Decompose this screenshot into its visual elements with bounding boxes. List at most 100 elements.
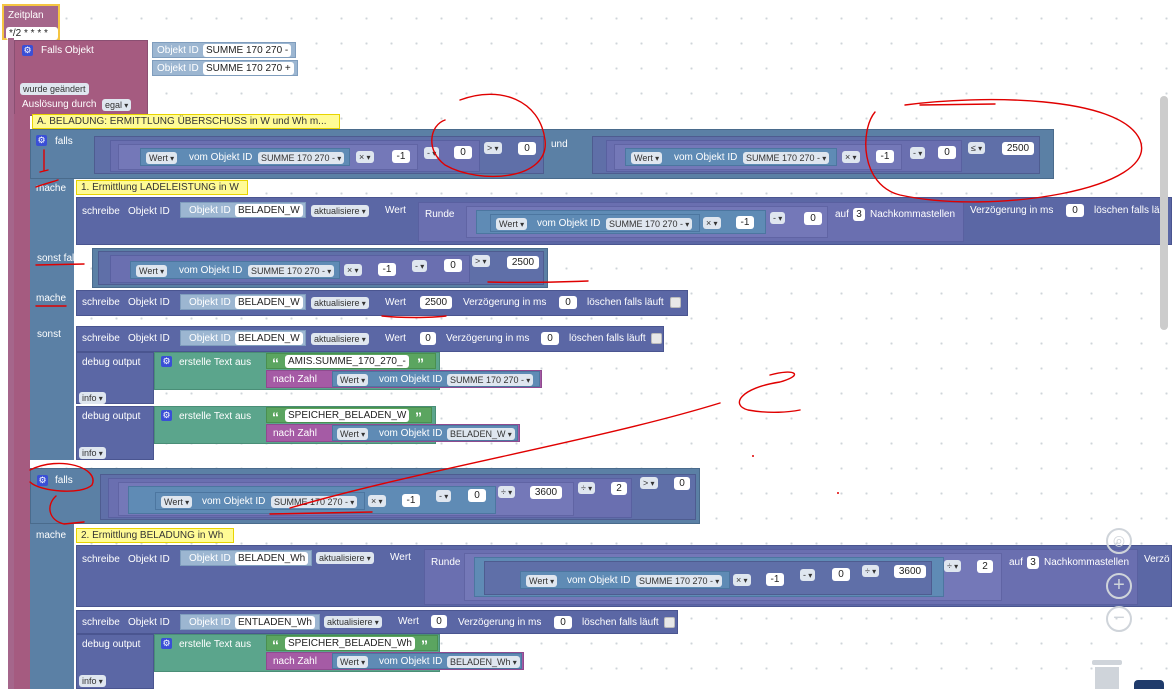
wert-expr-4[interactable]: Wert vom Objekt ID SUMME 170 270 - bbox=[130, 261, 340, 279]
zoom-in-icon[interactable]: + bbox=[1106, 573, 1132, 599]
num-0[interactable]: 0 bbox=[444, 259, 462, 272]
info-dd[interactable]: info bbox=[79, 675, 106, 687]
debug-output-speicher-w[interactable]: debug output info bbox=[76, 406, 154, 460]
obj-dd[interactable]: SUMME 170 270 - bbox=[743, 152, 830, 164]
num-0[interactable]: 0 bbox=[938, 146, 956, 159]
num-2500[interactable]: 2500 bbox=[507, 256, 539, 269]
gear-icon[interactable]: ⚙ bbox=[22, 45, 33, 56]
num-0[interactable]: 0 bbox=[420, 332, 436, 345]
num-0[interactable]: 0 bbox=[468, 489, 486, 502]
debug-output-speicher-wh[interactable]: debug output info bbox=[76, 634, 154, 689]
obj-value[interactable]: ENTLADEN_Wh bbox=[235, 616, 315, 629]
op-mult[interactable]: × bbox=[842, 151, 860, 163]
op-gt[interactable]: > bbox=[472, 255, 490, 267]
op-gt[interactable]: > bbox=[640, 477, 658, 489]
checkbox[interactable] bbox=[670, 297, 681, 308]
gear-icon[interactable]: ⚙ bbox=[161, 356, 172, 367]
trigger-obj2[interactable]: Objekt ID SUMME 170 270 + bbox=[152, 60, 298, 76]
string-speicher-w[interactable]: “ SPEICHER_BELADEN_W ” bbox=[266, 407, 432, 424]
aktualisiere-dd[interactable]: aktualisiere bbox=[311, 333, 369, 345]
info-dd[interactable]: info bbox=[79, 392, 106, 404]
num-0[interactable]: 0 bbox=[832, 568, 850, 581]
num-0[interactable]: 0 bbox=[541, 332, 559, 345]
obj-beladen-w[interactable]: Objekt ID BELADEN_W bbox=[180, 330, 306, 346]
string-value[interactable]: AMIS.SUMME_170_270_- bbox=[285, 355, 409, 368]
op-mult[interactable]: × bbox=[733, 574, 751, 586]
op-minus[interactable]: - bbox=[424, 147, 440, 159]
wert-expr-8[interactable]: Wert vom Objekt ID SUMME 170 270 - bbox=[520, 571, 730, 589]
obj-entladen-wh[interactable]: Objekt ID ENTLADEN_Wh bbox=[180, 614, 320, 630]
string-value[interactable]: SPEICHER_BELADEN_W bbox=[285, 409, 410, 422]
trigger-obj1-value[interactable]: SUMME 170 270 - bbox=[203, 44, 292, 57]
debug-output-amis[interactable]: debug output info bbox=[76, 352, 154, 404]
op-minus[interactable]: - bbox=[910, 147, 926, 159]
num-0[interactable]: 0 bbox=[454, 146, 472, 159]
obj-dd[interactable]: SUMME 170 270 - bbox=[636, 575, 723, 587]
schedule-block[interactable]: Zeitplan */2 * * * * bbox=[2, 4, 60, 40]
write-beladen-w-0[interactable]: schreibe Objekt ID Verzögerung in ms 0 l… bbox=[76, 326, 664, 352]
op-mult[interactable]: × bbox=[703, 217, 721, 229]
obj-beladen-w[interactable]: Objekt ID BELADEN_W bbox=[180, 202, 306, 218]
obj-value[interactable]: BELADEN_W bbox=[235, 332, 303, 345]
obj-value[interactable]: BELADEN_W bbox=[235, 296, 303, 309]
string-amis[interactable]: “ AMIS.SUMME_170_270_- ” bbox=[266, 353, 436, 370]
op-minus[interactable]: - bbox=[436, 490, 452, 502]
gear-icon[interactable]: ⚙ bbox=[161, 638, 172, 649]
obj-dd[interactable]: BELADEN_Wh bbox=[447, 656, 520, 668]
wert-expr-5[interactable]: Wert vom Objekt ID SUMME 170 270 - bbox=[332, 371, 540, 387]
op-div[interactable]: ÷ bbox=[862, 565, 880, 577]
wert-expr-7[interactable]: Wert vom Objekt ID SUMME 170 270 - bbox=[155, 492, 365, 510]
num-0[interactable]: 0 bbox=[1066, 204, 1084, 217]
num-0[interactable]: 0 bbox=[804, 212, 822, 225]
aktualisiere-dd[interactable]: aktualisiere bbox=[311, 205, 369, 217]
num-3[interactable]: 3 bbox=[853, 208, 865, 221]
num-2[interactable]: 2 bbox=[977, 560, 993, 573]
trash-icon[interactable] bbox=[1090, 660, 1124, 689]
checkbox[interactable] bbox=[651, 333, 662, 344]
num-0[interactable]: 0 bbox=[518, 142, 536, 155]
wert-dd[interactable]: Wert bbox=[337, 374, 369, 386]
aktualisiere-dd[interactable]: aktualisiere bbox=[316, 552, 374, 564]
vertical-scrollbar[interactable] bbox=[1160, 96, 1168, 330]
string-speicher-wh[interactable]: “ SPEICHER_BELADEN_Wh ” bbox=[266, 635, 438, 652]
num-0[interactable]: 0 bbox=[431, 615, 447, 628]
obj-dd[interactable]: SUMME 170 270 - bbox=[258, 152, 345, 164]
wert-expr-1[interactable]: Wert vom Objekt ID SUMME 170 270 - bbox=[140, 148, 350, 166]
obj-dd[interactable]: SUMME 170 270 - bbox=[271, 496, 358, 508]
op-div[interactable]: ÷ bbox=[498, 486, 516, 498]
obj-value[interactable]: BELADEN_W bbox=[235, 204, 303, 217]
checkbox[interactable] bbox=[664, 617, 675, 628]
trigger-obj2-value[interactable]: SUMME 170 270 + bbox=[203, 62, 294, 75]
obj-dd[interactable]: SUMME 170 270 - bbox=[447, 374, 534, 386]
op-div[interactable]: ÷ bbox=[578, 482, 596, 494]
obj-dd[interactable]: SUMME 170 270 - bbox=[248, 265, 335, 277]
op-mult[interactable]: × bbox=[356, 151, 374, 163]
comment-1[interactable]: 1. Ermittlung LADELEISTUNG in W bbox=[76, 180, 248, 195]
num-0[interactable]: 0 bbox=[554, 616, 572, 629]
obj-beladen-wh[interactable]: Objekt ID BELADEN_Wh bbox=[180, 550, 312, 566]
num-2[interactable]: 2 bbox=[611, 482, 627, 495]
wert-dd[interactable]: Wert bbox=[496, 218, 528, 230]
obj-dd[interactable]: BELADEN_W bbox=[447, 428, 515, 440]
op-minus[interactable]: - bbox=[412, 260, 428, 272]
num-0[interactable]: 0 bbox=[674, 477, 690, 490]
op-mult[interactable]: × bbox=[344, 264, 362, 276]
help-icon[interactable] bbox=[1134, 680, 1164, 689]
wert-dd[interactable]: Wert bbox=[161, 496, 193, 508]
trigger-obj1[interactable]: Objekt ID SUMME 170 270 - bbox=[152, 42, 296, 58]
op-le[interactable]: ≤ bbox=[968, 142, 986, 154]
num-m1[interactable]: -1 bbox=[402, 494, 420, 507]
num-m1[interactable]: -1 bbox=[392, 150, 410, 163]
num-m1[interactable]: -1 bbox=[766, 573, 784, 586]
op-div[interactable]: ÷ bbox=[944, 560, 962, 572]
wert-dd[interactable]: Wert bbox=[136, 265, 168, 277]
num-0[interactable]: 0 bbox=[559, 296, 577, 309]
trigger-by-dropdown[interactable]: egal bbox=[102, 99, 132, 111]
num-2500[interactable]: 2500 bbox=[1002, 142, 1034, 155]
write-beladen-w-2500[interactable]: schreibe Objekt ID Verzögerung in ms 0 l… bbox=[76, 290, 688, 316]
op-gt[interactable]: > bbox=[484, 142, 502, 154]
num-m1[interactable]: -1 bbox=[736, 216, 754, 229]
wert-dd[interactable]: Wert bbox=[526, 575, 558, 587]
num-3600[interactable]: 3600 bbox=[530, 486, 562, 499]
op-minus[interactable]: - bbox=[770, 212, 786, 224]
